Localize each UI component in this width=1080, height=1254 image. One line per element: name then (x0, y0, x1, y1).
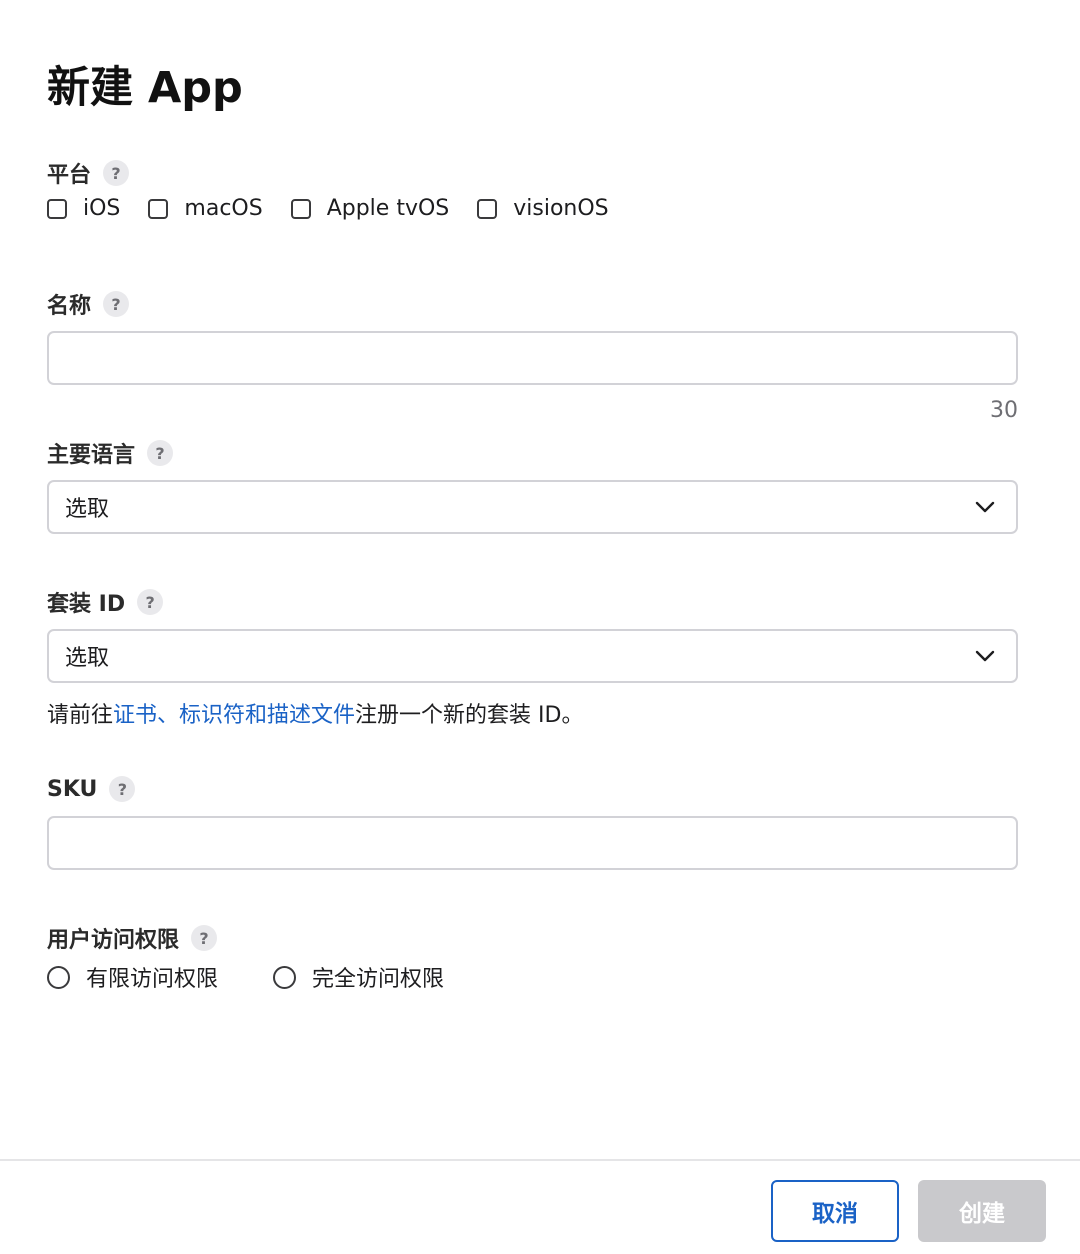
chevron-down-icon (974, 645, 996, 667)
page-title: 新建 App (47, 63, 243, 113)
bundle-id-help-icon[interactable]: ? (137, 589, 164, 615)
bundle-id-hint: 请前往证书、标识符和描述文件注册一个新的套装 ID。 (47, 697, 583, 729)
sku-label-row: SKU ? (47, 773, 136, 805)
bundle-id-label-row: 套装 ID ? (47, 586, 164, 618)
name-label: 名称 (47, 294, 92, 319)
user-access-option-label: 完全访问权限 (312, 967, 445, 992)
create-button[interactable]: 创建 (918, 1180, 1046, 1242)
user-access-options: 有限访问权限 完全访问权限 (47, 961, 444, 993)
hint-suffix: 注册一个新的套装 ID。 (355, 703, 584, 728)
platform-help-icon[interactable]: ? (103, 160, 130, 186)
platform-option-tvos[interactable]: Apple tvOS (290, 196, 450, 221)
radio-icon[interactable] (273, 965, 297, 989)
checkbox-icon[interactable] (148, 198, 169, 219)
user-access-label-row: 用户访问权限 ? (47, 922, 218, 954)
sku-label: SKU (47, 776, 98, 802)
sku-input[interactable] (47, 816, 1018, 870)
footer-divider (0, 1159, 1080, 1161)
primary-language-value: 选取 (65, 497, 110, 522)
user-access-help-icon[interactable]: ? (191, 925, 218, 951)
bundle-id-value: 选取 (65, 646, 110, 671)
name-label-row: 名称 ? (47, 288, 130, 320)
sku-help-icon[interactable]: ? (109, 776, 136, 802)
primary-language-select[interactable]: 选取 (47, 480, 1018, 534)
hint-prefix: 请前往 (47, 703, 114, 728)
checkbox-icon[interactable] (47, 198, 67, 219)
platform-label: 平台 (47, 163, 92, 188)
bundle-id-select[interactable]: 选取 (47, 629, 1018, 683)
cancel-button[interactable]: 取消 (771, 1180, 899, 1242)
platform-option-label: iOS (83, 196, 121, 221)
name-input[interactable] (47, 331, 1018, 385)
checkbox-icon[interactable] (477, 198, 498, 219)
user-access-option-label: 有限访问权限 (86, 967, 219, 992)
platform-option-macos[interactable]: macOS (148, 196, 263, 221)
checkbox-icon[interactable] (290, 198, 311, 219)
name-char-counter: 30 (990, 398, 1018, 423)
user-access-option-limited[interactable]: 有限访问权限 (47, 961, 218, 993)
primary-language-help-icon[interactable]: ? (147, 440, 174, 466)
primary-language-label: 主要语言 (47, 443, 136, 468)
platform-option-visionos[interactable]: visionOS (477, 196, 609, 221)
certificates-link[interactable]: 证书、标识符和描述文件 (113, 703, 355, 728)
radio-icon[interactable] (47, 965, 70, 989)
platform-label-row: 平台 ? (47, 157, 130, 189)
user-access-option-full[interactable]: 完全访问权限 (273, 961, 444, 993)
name-help-icon[interactable]: ? (103, 291, 130, 317)
bundle-id-label: 套装 ID (47, 592, 126, 617)
platform-option-label: visionOS (513, 196, 609, 221)
platform-option-label: Apple tvOS (326, 196, 450, 221)
user-access-label: 用户访问权限 (47, 928, 180, 953)
platform-options: iOS macOS Apple tvOS visionOS (47, 196, 609, 221)
platform-option-label: macOS (184, 196, 263, 221)
platform-option-ios[interactable]: iOS (47, 196, 120, 221)
primary-language-label-row: 主要语言 ? (47, 437, 174, 469)
chevron-down-icon (974, 496, 996, 518)
